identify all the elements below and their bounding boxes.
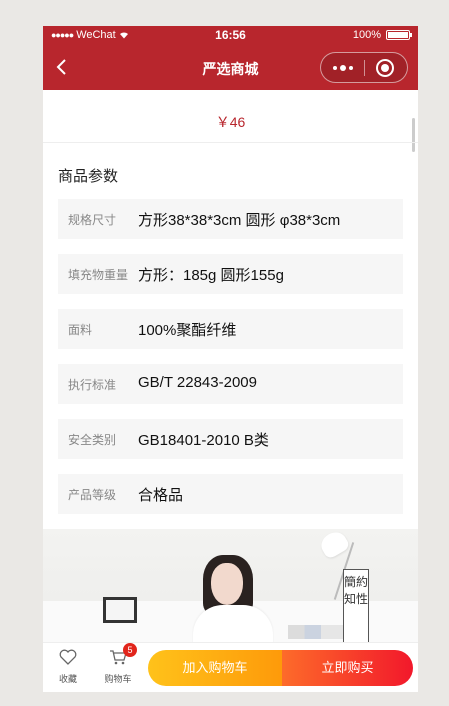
param-label: 面料 xyxy=(68,323,93,337)
favorite-button[interactable]: 收藏 xyxy=(43,649,93,685)
cart-count-badge: 5 xyxy=(123,643,137,657)
param-value: GB/T 22843-2009 xyxy=(138,374,257,391)
param-label: 产品等级 xyxy=(68,488,117,502)
param-value: 合格品 xyxy=(138,487,184,504)
capsule-divider xyxy=(364,60,365,76)
product-content[interactable]: ￥46 商品参数 规格尺寸 方形38*38*3cm 圆形 φ38*3cm 填充物… xyxy=(43,90,418,649)
slogan-text: 簡約知性 xyxy=(344,575,369,606)
more-icon[interactable] xyxy=(321,53,364,82)
nav-bar: 严选商城 xyxy=(43,44,418,90)
scrollbar[interactable] xyxy=(412,118,415,152)
lamp-shade xyxy=(317,529,351,561)
param-row: 规格尺寸 方形38*38*3cm 圆形 φ38*3cm xyxy=(58,199,403,239)
product-price: ￥46 xyxy=(215,114,246,130)
favorite-label: 收藏 xyxy=(58,674,77,684)
product-banner-image: 簡約知性 xyxy=(43,529,418,649)
param-row: 面料 100%聚酯纤维 xyxy=(58,309,403,349)
cart-label: 购物车 xyxy=(104,674,132,684)
cart-button[interactable]: 5 购物车 xyxy=(93,643,143,685)
add-to-cart-button[interactable]: 加入购物车 xyxy=(148,650,282,686)
mini-program-capsule xyxy=(320,52,408,83)
status-bar: ●●●●● WeChat 16:56 100% xyxy=(43,26,418,44)
param-value: 方形38*38*3cm 圆形 φ38*3cm xyxy=(138,212,341,229)
battery-icon xyxy=(386,30,412,40)
phone-screen: ●●●●● WeChat 16:56 100% 严选商城 ￥46 商品参数 规格… xyxy=(43,26,418,692)
model-face xyxy=(211,563,243,605)
param-row: 产品等级 合格品 xyxy=(58,474,403,514)
param-value: GB18401-2010 B类 xyxy=(138,432,269,449)
picture-frame xyxy=(103,597,137,623)
param-label: 执行标准 xyxy=(68,378,117,392)
params-list: 规格尺寸 方形38*38*3cm 圆形 φ38*3cm 填充物重量 方形：185… xyxy=(58,199,403,529)
param-label: 规格尺寸 xyxy=(68,213,117,227)
bottom-action-bar: 收藏 5 购物车 加入购物车 立即购买 xyxy=(43,642,418,692)
params-title: 商品参数 xyxy=(58,168,119,185)
battery-group: 100% xyxy=(352,29,412,41)
param-value: 100%聚酯纤维 xyxy=(138,322,237,339)
param-row: 填充物重量 方形：185g 圆形155g xyxy=(58,254,403,294)
close-mini-program-icon[interactable] xyxy=(376,59,394,77)
param-row: 执行标准 GB/T 22843-2009 xyxy=(58,364,403,404)
param-label: 填充物重量 xyxy=(68,268,129,282)
param-row: 安全类别 GB18401-2010 B类 xyxy=(58,419,403,459)
books xyxy=(288,625,343,639)
slogan-card: 簡約知性 xyxy=(343,569,369,649)
battery-percent: 100% xyxy=(352,29,381,41)
buy-now-button[interactable]: 立即购买 xyxy=(282,650,413,686)
divider xyxy=(43,142,418,143)
heart-icon xyxy=(59,649,77,665)
param-label: 安全类别 xyxy=(68,433,117,447)
param-value: 方形：185g 圆形155g xyxy=(138,267,284,284)
